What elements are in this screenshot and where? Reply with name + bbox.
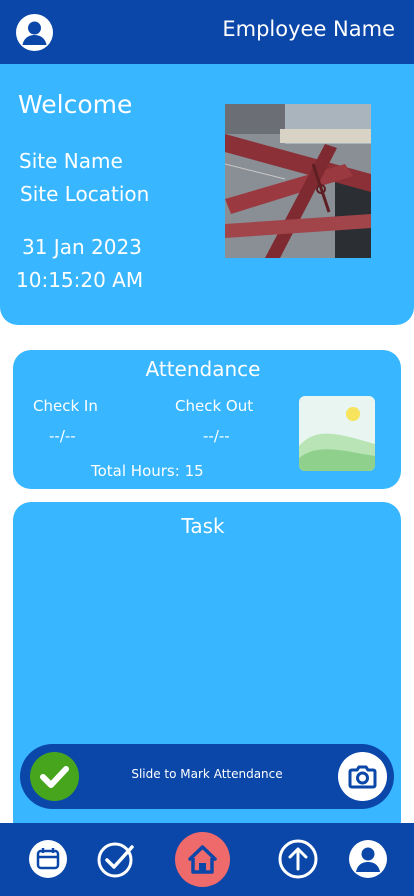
- calendar-icon[interactable]: [28, 839, 68, 879]
- upload-icon[interactable]: [278, 839, 318, 879]
- current-date: 31 Jan 2023: [22, 235, 142, 259]
- check-in-value: --/--: [49, 427, 76, 445]
- total-hours: Total Hours: 15: [91, 462, 204, 480]
- site-photo: [225, 104, 371, 258]
- task-title: Task: [181, 514, 225, 538]
- attendance-card: Attendance Check In Check Out --/-- --/-…: [13, 350, 401, 489]
- check-out-value: --/--: [203, 427, 230, 445]
- user-avatar-icon[interactable]: [16, 14, 53, 51]
- current-time: 10:15:20 AM: [16, 268, 144, 292]
- attendance-title: Attendance: [145, 357, 261, 381]
- camera-icon[interactable]: [338, 752, 387, 801]
- site-name: Site Name: [19, 149, 123, 173]
- app-header: Employee Name: [0, 0, 414, 64]
- bottom-nav: [0, 823, 414, 896]
- check-in-label: Check In: [33, 397, 98, 415]
- home-icon: [188, 845, 217, 874]
- check-circle-icon[interactable]: [96, 839, 136, 879]
- site-location: Site Location: [20, 182, 150, 206]
- image-placeholder-icon[interactable]: [299, 396, 375, 471]
- employee-name: Employee Name: [222, 17, 395, 41]
- site-info-panel: Welcome Site Name Site Location 31 Jan 2…: [0, 64, 414, 325]
- home-button[interactable]: [175, 832, 230, 887]
- check-out-label: Check Out: [175, 397, 254, 415]
- welcome-text: Welcome: [18, 90, 133, 119]
- profile-icon[interactable]: [348, 839, 388, 879]
- mark-attendance-slider[interactable]: Slide to Mark Attendance: [20, 744, 394, 809]
